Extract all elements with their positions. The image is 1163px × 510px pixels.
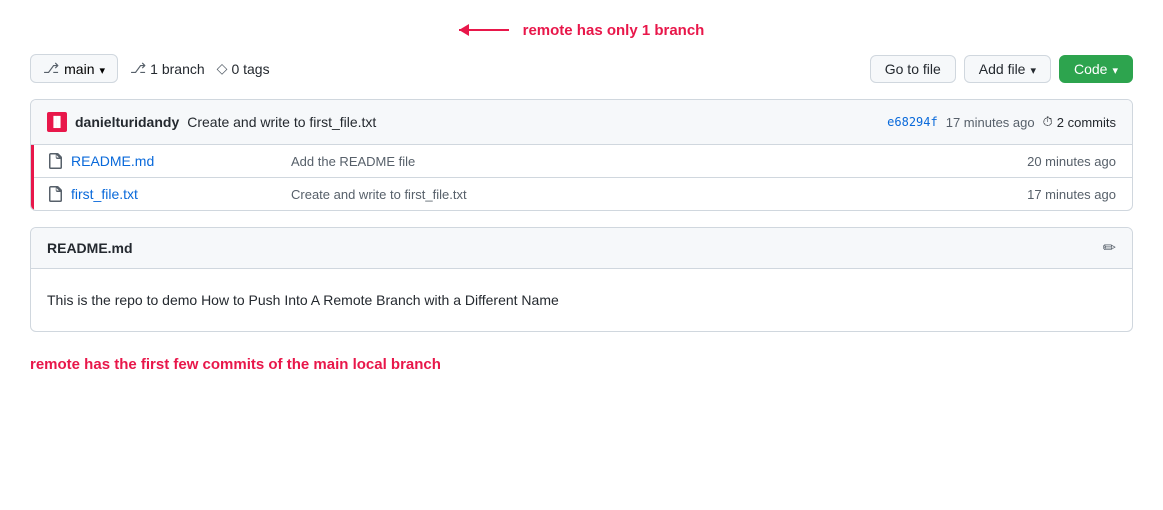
avatar: ▐▌: [47, 112, 67, 132]
file-name[interactable]: README.md: [71, 153, 291, 169]
annotation-top-callout: remote has only 1 branch: [30, 20, 1133, 40]
readme-content: This is the repo to demo How to Push Int…: [47, 289, 1116, 311]
add-file-label: Add file: [979, 61, 1026, 77]
left-bar: [31, 145, 34, 210]
file-section: README.md Add the README file 20 minutes…: [31, 145, 1132, 210]
commit-time: 17 minutes ago: [946, 115, 1035, 130]
readme-title: README.md: [47, 240, 133, 256]
commits-link[interactable]: ⏱ 2 commits: [1043, 114, 1116, 130]
code-button[interactable]: Code: [1059, 55, 1133, 83]
arrow-icon: [459, 20, 519, 40]
chevron-down-icon: [100, 61, 106, 77]
chevron-down-icon: [1030, 61, 1036, 77]
tag-count[interactable]: ◇ 0 tags: [217, 60, 270, 77]
branch-count-label: 1 branch: [150, 61, 204, 77]
repo-box: ▐▌ danielturidandy Create and write to f…: [30, 99, 1133, 211]
toolbar-left: ⎇ main ⎇ 1 branch ◇ 0 tags: [30, 54, 270, 83]
toolbar-right: Go to file Add file Code: [870, 55, 1133, 83]
file-message: Add the README file: [291, 154, 1027, 169]
chevron-down-icon-code: [1112, 61, 1118, 77]
code-label: Code: [1074, 61, 1107, 77]
branch-selector[interactable]: ⎇ main: [30, 54, 118, 83]
commit-message: Create and write to first_file.txt: [187, 114, 376, 130]
go-to-file-button[interactable]: Go to file: [870, 55, 956, 83]
file-time: 20 minutes ago: [1027, 154, 1116, 169]
readme-body: This is the repo to demo How to Push Int…: [31, 269, 1132, 331]
table-row: README.md Add the README file 20 minutes…: [31, 145, 1132, 178]
commits-count: 2 commits: [1057, 115, 1116, 130]
commit-header: ▐▌ danielturidandy Create and write to f…: [31, 100, 1132, 145]
table-row: first_file.txt Create and write to first…: [31, 178, 1132, 210]
commit-header-right: e68294f 17 minutes ago ⏱ 2 commits: [887, 114, 1116, 130]
tag-count-label: 0 tags: [231, 61, 269, 77]
file-icon: [47, 186, 63, 202]
commit-header-left: ▐▌ danielturidandy Create and write to f…: [47, 112, 376, 132]
toolbar: ⎇ main ⎇ 1 branch ◇ 0 tags Go to file Ad…: [30, 54, 1133, 83]
file-name[interactable]: first_file.txt: [71, 186, 291, 202]
readme-box: README.md ✏ This is the repo to demo How…: [30, 227, 1133, 332]
readme-header: README.md ✏: [31, 228, 1132, 269]
branch-name: main: [64, 61, 94, 77]
branch-icon: ⎇: [43, 60, 59, 77]
tag-icon: ◇: [217, 60, 228, 77]
annotation-top-text: remote has only 1 branch: [523, 22, 705, 39]
commit-hash[interactable]: e68294f: [887, 115, 938, 129]
branch-count[interactable]: ⎇ 1 branch: [130, 60, 205, 77]
edit-icon[interactable]: ✏: [1103, 238, 1116, 258]
branch-count-icon: ⎇: [130, 60, 146, 77]
file-time: 17 minutes ago: [1027, 187, 1116, 202]
file-icon: [47, 153, 63, 169]
annotation-bottom-text: remote has the first few commits of the …: [30, 352, 1133, 377]
avatar-text: ▐▌: [50, 117, 64, 128]
commit-author[interactable]: danielturidandy: [75, 114, 179, 130]
file-message: Create and write to first_file.txt: [291, 187, 1027, 202]
add-file-button[interactable]: Add file: [964, 55, 1051, 83]
clock-icon: ⏱: [1043, 114, 1053, 130]
go-to-file-label: Go to file: [885, 61, 941, 77]
